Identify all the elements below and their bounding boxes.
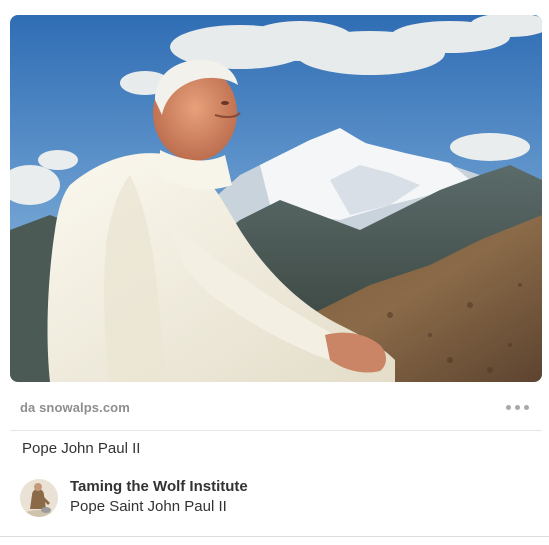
pin-card: da snowalps.com Pope John Paul II Taming… [0,0,549,545]
pin-photo [10,15,542,382]
pinner-name[interactable]: Taming the Wolf Institute [70,478,248,495]
source-row: da snowalps.com [20,398,535,418]
pinner-row[interactable]: Taming the Wolf Institute Pope Saint Joh… [20,477,520,517]
avatar-figure-icon [20,479,58,517]
pin-image[interactable] [10,15,542,382]
divider [10,430,542,431]
avatar[interactable] [20,479,58,517]
ellipsis-icon-dot [515,405,520,410]
board-name[interactable]: Pope Saint John Paul II [70,498,227,515]
more-options-button[interactable] [505,398,531,416]
ellipsis-icon-dot [524,405,529,410]
ellipsis-icon [506,405,511,410]
source-link[interactable]: da snowalps.com [20,400,130,415]
pin-title: Pope John Paul II [22,440,141,457]
bottom-divider [0,536,549,537]
